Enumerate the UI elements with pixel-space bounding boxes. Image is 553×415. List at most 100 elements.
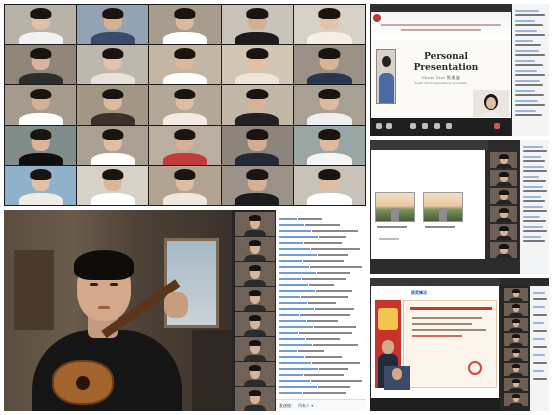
chat-message (279, 282, 335, 287)
participant-tile[interactable] (221, 5, 293, 45)
participant-thumbnail[interactable] (504, 288, 528, 301)
participant-tile[interactable] (149, 5, 221, 45)
participant-tile[interactable] (149, 125, 221, 165)
chat-message (279, 306, 355, 311)
chat-message (279, 330, 353, 335)
chat-message (279, 288, 353, 293)
chat-message (279, 336, 341, 341)
participant-tile[interactable] (149, 165, 221, 205)
slide-title: Personal Presentation (413, 52, 479, 73)
leave-icon[interactable] (494, 123, 500, 129)
camera-icon[interactable] (386, 123, 392, 129)
chat-message (279, 216, 323, 221)
meeting-toolbar-top (370, 140, 488, 150)
participant-thumbnail[interactable] (490, 188, 517, 204)
chat-panel: 发送给： 所有人 ▾ (276, 210, 366, 411)
participant-thumbnail[interactable] (504, 333, 528, 346)
participant-tile[interactable] (221, 85, 293, 125)
chat-message (279, 372, 345, 377)
chat-message (279, 270, 351, 275)
university-logo-icon (373, 14, 381, 22)
chat-message (279, 234, 347, 239)
chat-input-bar[interactable]: 发送给： 所有人 ▾ (276, 399, 366, 411)
slide-university: South China Agricultural University (414, 81, 468, 85)
participant-thumbnail[interactable] (235, 212, 275, 236)
participant-tile[interactable] (77, 5, 149, 45)
participant-thumbnail[interactable] (490, 224, 517, 240)
photo-share-window (370, 140, 549, 274)
participant-tile[interactable] (221, 125, 293, 165)
chat-message (279, 324, 357, 329)
meeting-toolbar-top (370, 4, 511, 12)
participant-video-strip (232, 210, 276, 411)
participant-thumbnail[interactable] (504, 378, 528, 391)
participant-thumbnail[interactable] (504, 303, 528, 316)
chat-message (279, 264, 363, 269)
chat-message (279, 300, 337, 305)
participant-tile[interactable] (5, 85, 77, 125)
presenter-thumbnail (384, 366, 410, 390)
participant-tile[interactable] (293, 125, 365, 165)
meeting-toolbar (370, 398, 500, 411)
participant-thumbnail[interactable] (235, 262, 275, 286)
participant-tile[interactable] (221, 165, 293, 205)
participant-tile[interactable] (77, 125, 149, 165)
chat-sidebar (520, 140, 549, 274)
seal-icon (468, 361, 482, 375)
participant-tile[interactable] (77, 165, 149, 205)
chat-message (279, 354, 343, 359)
chat-icon[interactable] (434, 123, 440, 129)
participant-tile[interactable] (77, 45, 149, 85)
participant-tile[interactable] (5, 165, 77, 205)
participant-thumbnail[interactable] (235, 287, 275, 311)
participant-thumbnail[interactable] (490, 152, 517, 168)
participants-icon[interactable] (410, 123, 416, 129)
participant-thumbnail[interactable] (490, 206, 517, 222)
participant-thumbnail[interactable] (504, 348, 528, 361)
participant-tile[interactable] (5, 5, 77, 45)
participant-thumbnail[interactable] (235, 362, 275, 386)
chat-message (279, 252, 349, 257)
participant-video-strip (500, 286, 549, 411)
participant-thumbnail[interactable] (504, 318, 528, 331)
participant-tile[interactable] (149, 45, 221, 85)
presentation-share-window: Personal Presentation Chen Yizi 陈逸姿 Sout… (370, 4, 549, 136)
chat-message (279, 258, 345, 263)
gallery-view (4, 4, 366, 206)
participant-tile[interactable] (5, 125, 77, 165)
participant-thumbnail[interactable] (490, 170, 517, 186)
certificate-image (403, 300, 497, 388)
participant-tile[interactable] (149, 85, 221, 125)
participant-thumbnail[interactable] (235, 387, 275, 411)
share-icon[interactable] (422, 123, 428, 129)
chat-message (279, 342, 359, 347)
participant-thumbnail[interactable] (504, 393, 528, 406)
participant-tile[interactable] (5, 45, 77, 85)
slide: Personal Presentation Chen Yizi 陈逸姿 Sout… (371, 12, 511, 118)
participant-thumbnail[interactable] (235, 337, 275, 361)
recipient-select[interactable]: 所有人 ▾ (298, 403, 313, 409)
participant-thumbnail[interactable] (490, 242, 517, 258)
mic-icon[interactable] (376, 123, 382, 129)
chat-message (279, 228, 359, 233)
participant-tile[interactable] (293, 45, 365, 85)
chat-message (279, 378, 363, 383)
campus-photo (423, 192, 463, 222)
shared-document (371, 150, 485, 259)
participant-tile[interactable] (77, 85, 149, 125)
speaker-view-window: 发送给： 所有人 ▾ (4, 210, 366, 411)
participant-tile[interactable] (293, 5, 365, 45)
record-icon[interactable] (446, 123, 452, 129)
participant-thumbnail[interactable] (235, 237, 275, 261)
active-speaker-video (4, 210, 232, 411)
participant-tile[interactable] (293, 85, 365, 125)
participant-thumbnail[interactable] (504, 363, 528, 376)
participant-tile[interactable] (221, 45, 293, 85)
campus-photo (375, 192, 415, 222)
meeting-toolbar (370, 118, 511, 136)
slide-header (371, 12, 511, 40)
participant-thumbnail[interactable] (235, 312, 275, 336)
award-share-window: 获奖情况 (370, 278, 549, 411)
chat-sidebar (530, 286, 549, 411)
participant-tile[interactable] (293, 165, 365, 205)
